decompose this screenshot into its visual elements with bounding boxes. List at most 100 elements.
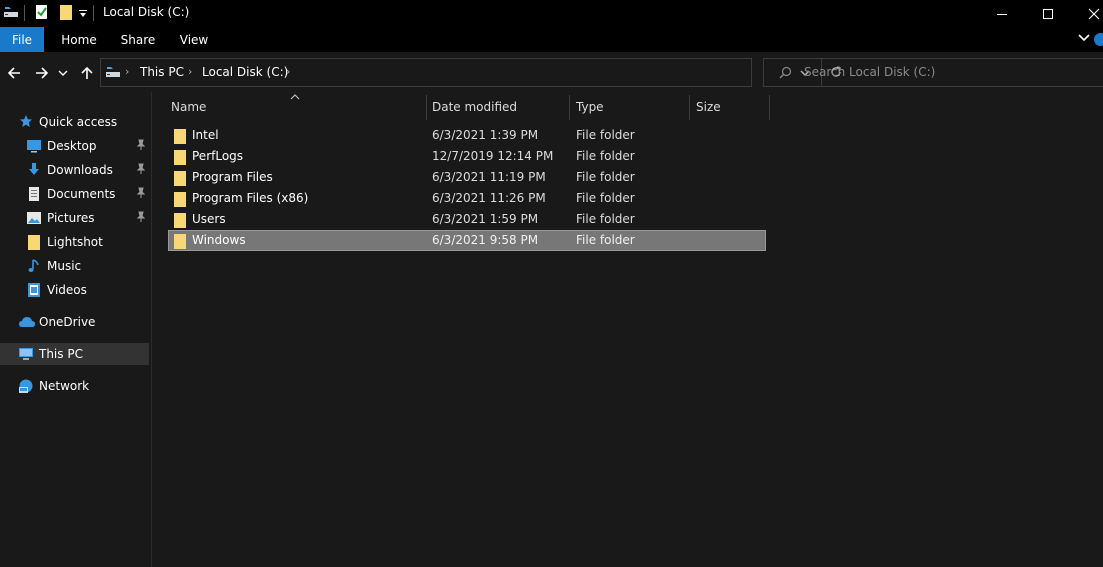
column-header-size[interactable]: Size (690, 95, 769, 120)
file-name: Program Files (192, 170, 273, 184)
computer-icon (18, 346, 34, 362)
nav-network[interactable]: Network (0, 375, 149, 397)
tab-home[interactable]: Home (54, 27, 104, 52)
nav-item-documents[interactable]: Documents (0, 183, 149, 205)
maximize-button[interactable] (1025, 0, 1071, 27)
folder-icon (173, 233, 187, 252)
file-name: Windows (192, 233, 246, 247)
address-row: › This PC › Local Disk (C:) › Search Loc… (0, 52, 1103, 92)
nav-label: Documents (47, 187, 116, 201)
file-type: File folder (576, 233, 635, 247)
file-date: 6/3/2021 1:59 PM (432, 212, 539, 226)
file-type: File folder (576, 170, 635, 184)
file-date: 6/3/2021 1:39 PM (432, 128, 539, 142)
nav-this-pc[interactable]: This PC (0, 343, 149, 365)
nav-label: Pictures (47, 211, 95, 225)
new-folder-icon[interactable] (58, 4, 74, 23)
file-date: 6/3/2021 11:26 PM (432, 191, 546, 205)
videos-icon (26, 282, 42, 298)
file-date: 12/7/2019 12:14 PM (432, 149, 554, 163)
column-header-name[interactable]: Name (165, 95, 425, 120)
table-row[interactable]: Program Files (x86) 6/3/2021 11:26 PM Fi… (168, 188, 766, 209)
title-divider (93, 5, 94, 21)
folder-icon (173, 212, 187, 231)
column-header-label: Size (696, 100, 721, 114)
nav-label: Music (47, 259, 82, 273)
pin-icon[interactable] (136, 139, 146, 154)
column-divider[interactable] (769, 95, 770, 120)
file-date: 6/3/2021 9:58 PM (432, 233, 539, 247)
folder-icon (26, 234, 42, 250)
properties-icon[interactable] (34, 4, 50, 23)
breadcrumb-separator[interactable]: › (286, 65, 290, 78)
ribbon-tabs: File Home Share View (0, 27, 1103, 52)
search-box[interactable]: Search Local Disk (C:) (763, 58, 1103, 87)
up-button[interactable] (78, 64, 96, 82)
tab-view[interactable]: View (172, 27, 216, 52)
nav-item-pictures[interactable]: Pictures (0, 207, 149, 229)
nav-label: This PC (39, 347, 83, 361)
folder-icon (173, 149, 187, 168)
nav-item-music[interactable]: Music (0, 255, 149, 277)
nav-item-lightshot[interactable]: Lightshot (0, 231, 149, 253)
search-icon (779, 66, 792, 82)
nav-item-desktop[interactable]: Desktop (0, 135, 149, 157)
nav-item-downloads[interactable]: Downloads (0, 159, 149, 181)
column-header-label: Date modified (432, 100, 518, 114)
folder-icon (173, 191, 187, 210)
nav-label: Videos (47, 283, 87, 297)
table-row[interactable]: Users 6/3/2021 1:59 PM File folder (168, 209, 766, 230)
forward-button[interactable] (33, 64, 51, 82)
music-icon (26, 258, 42, 274)
desktop-icon (26, 138, 42, 154)
breadcrumb-this-pc[interactable]: This PC (140, 65, 184, 79)
column-header-type[interactable]: Type (570, 95, 689, 120)
file-type: File folder (576, 212, 635, 226)
pin-icon[interactable] (136, 163, 146, 178)
table-row[interactable]: PerfLogs 12/7/2019 12:14 PM File folder (168, 146, 766, 167)
file-type: File folder (576, 128, 635, 142)
nav-label: Network (39, 379, 90, 393)
recent-locations-button[interactable] (57, 64, 69, 82)
drive-icon (105, 64, 121, 83)
close-button[interactable] (1071, 0, 1103, 27)
search-placeholder: Search Local Disk (C:) (804, 65, 936, 79)
nav-onedrive[interactable]: OneDrive (0, 311, 149, 333)
expand-ribbon-icon[interactable] (1078, 32, 1090, 47)
column-header-label: Name (171, 100, 207, 114)
column-header-label: Type (576, 100, 604, 114)
breadcrumb-separator[interactable]: › (125, 65, 129, 78)
nav-label: Desktop (47, 139, 97, 153)
cloud-icon (18, 314, 35, 330)
table-row[interactable]: Intel 6/3/2021 1:39 PM File folder (168, 125, 766, 146)
minimize-button[interactable] (979, 0, 1025, 27)
file-type: File folder (576, 191, 635, 205)
nav-item-videos[interactable]: Videos (0, 279, 149, 301)
table-row[interactable]: Program Files 6/3/2021 11:19 PM File fol… (168, 167, 766, 188)
folder-icon (173, 128, 187, 147)
pin-icon[interactable] (136, 187, 146, 202)
qa-divider (24, 5, 25, 21)
breadcrumb-separator[interactable]: › (188, 65, 192, 78)
folder-icon (173, 170, 187, 189)
documents-icon (26, 186, 42, 202)
file-name: Users (192, 212, 226, 226)
pin-icon[interactable] (136, 211, 146, 226)
help-icon[interactable] (1094, 33, 1103, 46)
nav-quick-access[interactable]: Quick access (0, 111, 149, 133)
table-row-selected[interactable]: Windows 6/3/2021 9:58 PM File folder (168, 230, 766, 251)
drive-icon[interactable] (3, 4, 19, 23)
address-bar[interactable]: › This PC › Local Disk (C:) › (100, 58, 841, 87)
customize-qa-dropdown-icon[interactable] (78, 8, 88, 22)
tab-share[interactable]: Share (114, 27, 162, 52)
tab-file[interactable]: File (0, 27, 44, 52)
breadcrumb-local-disk[interactable]: Local Disk (C:) (202, 65, 288, 79)
nav-label: Lightshot (47, 235, 103, 249)
file-date: 6/3/2021 11:19 PM (432, 170, 546, 184)
file-name: Intel (192, 128, 219, 142)
back-button[interactable] (5, 64, 23, 82)
navigation-pane: Quick access Desktop Downloads Documents… (0, 92, 152, 567)
window-title: Local Disk (C:) (103, 5, 190, 19)
file-list: Name Date modified Type Size Intel 6/3/2… (153, 92, 1103, 567)
column-header-date[interactable]: Date modified (426, 95, 569, 120)
